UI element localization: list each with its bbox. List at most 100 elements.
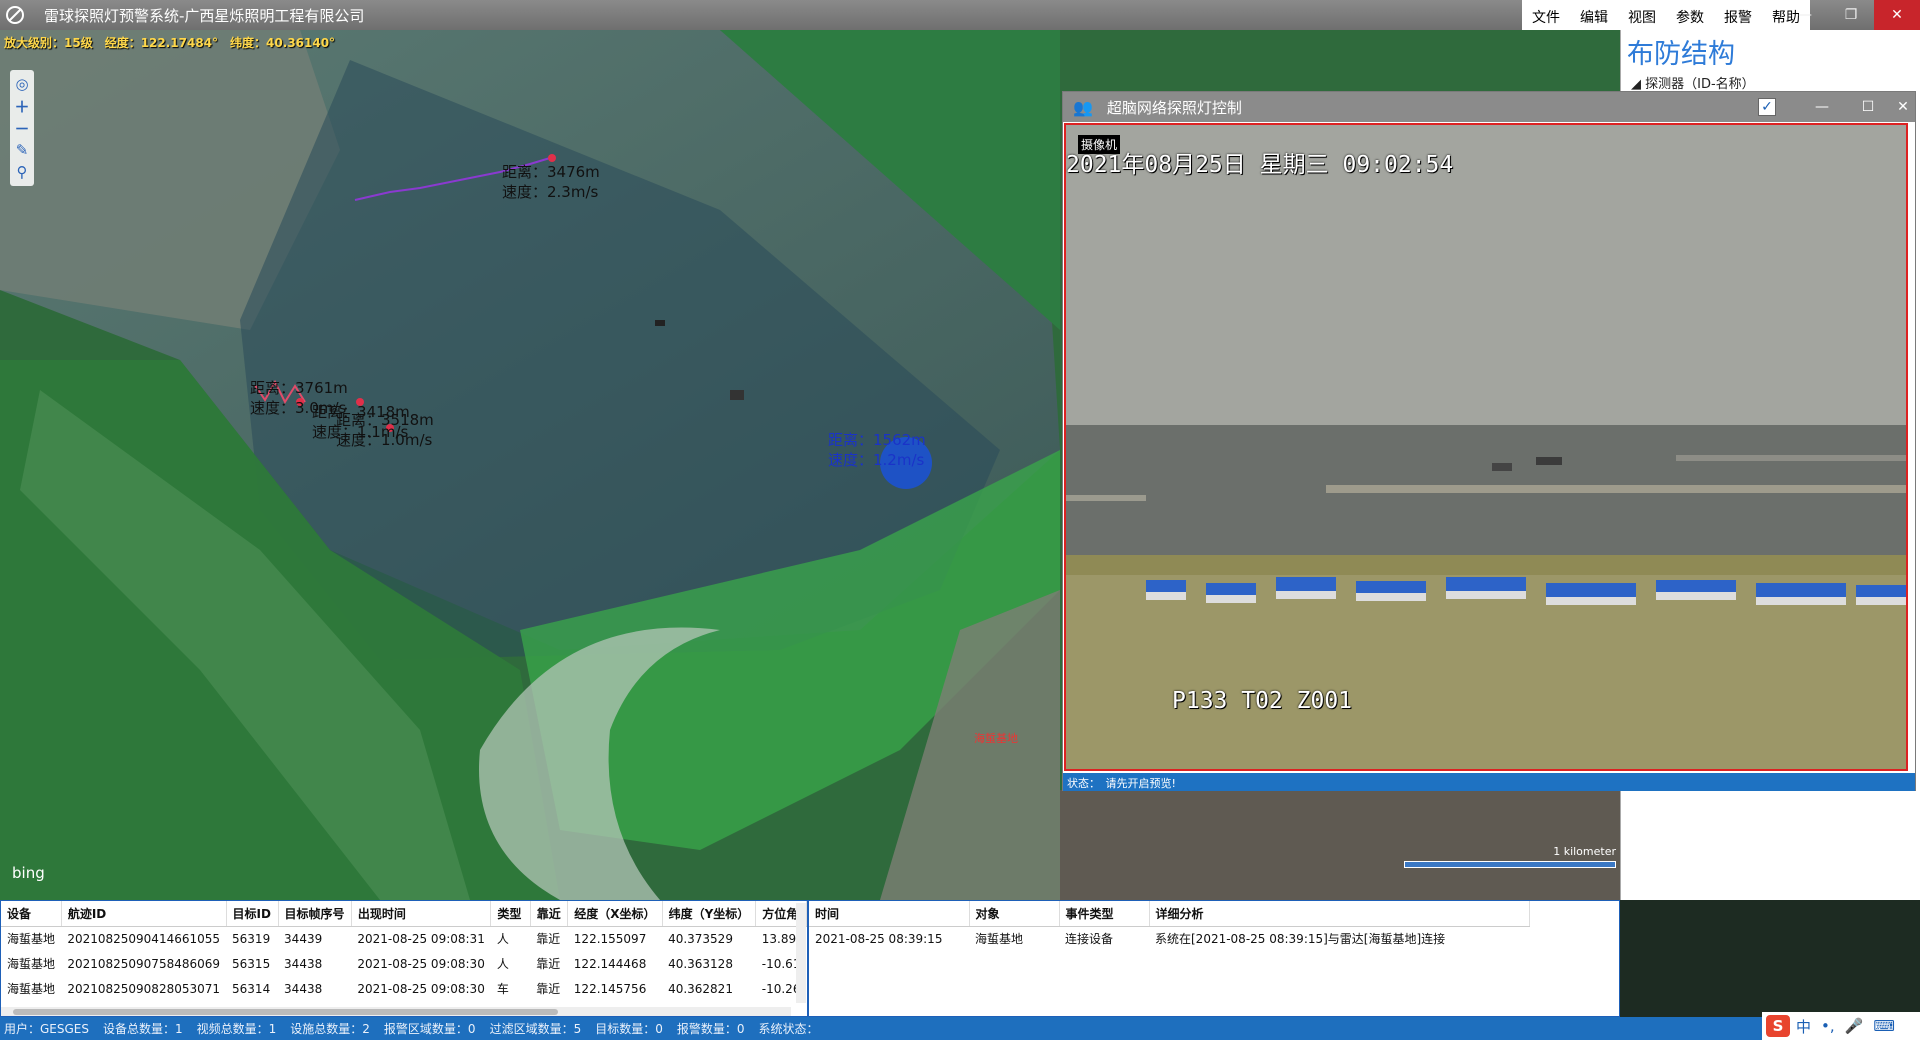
ime-toolbar[interactable]: S 中 •, 🎤 ⌨ <box>1762 1012 1920 1040</box>
osd-timestamp: 2021年08月25日 星期三 09:02:54 <box>1066 152 1454 178</box>
status-system: 系统状态： <box>758 1022 819 1036</box>
column-header[interactable]: 设备 <box>1 901 62 927</box>
window-title: 雷球探照灯预警系统-广西星烁照明工程有限公司 <box>44 6 365 25</box>
ime-language[interactable]: 中 <box>1796 1016 1811 1037</box>
status-target-count: 目标数量：0 <box>595 1022 663 1036</box>
column-header[interactable]: 目标ID <box>226 901 279 927</box>
zoom-out-icon[interactable]: － <box>12 117 32 139</box>
cell: 人 <box>496 957 509 971</box>
target-label: 距离：3518m 速度：1.0m/s <box>336 411 434 449</box>
target-label: 距离：1562m 速度：1.2m/s <box>828 431 926 469</box>
osd-ptz-info: P133 T02 Z001 <box>1172 688 1353 714</box>
camera-minimize-button[interactable]: — <box>1799 92 1845 122</box>
camera-window-title: 超脑网络探照灯控制 <box>1106 98 1242 117</box>
minimize-button[interactable]: — <box>1782 0 1828 30</box>
zoom-in-icon[interactable]: ＋ <box>12 95 32 117</box>
cell: 122.144468 <box>573 956 647 971</box>
table-row[interactable]: 海蜇基地 20210825090414661055 56319 34439 20… <box>1 926 807 951</box>
cell: 2021-08-25 08:39:15 <box>815 931 943 946</box>
camera-maximize-button[interactable]: ☐ <box>1845 92 1891 122</box>
status-device-count: 设备总数量：1 <box>103 1022 183 1036</box>
locate-icon[interactable]: ◎ <box>12 73 32 95</box>
map-scale: 1 kilometer <box>1404 845 1616 868</box>
cell: 人 <box>496 932 509 947</box>
cell: 靠近 <box>536 957 561 971</box>
menu-view[interactable]: 视图 <box>1618 0 1666 30</box>
camera-status-bar: 状态： 请先开启预览! <box>1063 773 1915 791</box>
users-icon: 👥 <box>1073 97 1093 117</box>
table-header-row: 时间 对象 事件类型 详细分析 <box>809 901 1530 927</box>
column-header[interactable]: 目标帧序号 <box>278 901 352 927</box>
status-facility-count: 设施总数量：2 <box>290 1022 370 1036</box>
column-header[interactable]: 纬度（Y坐标） <box>662 901 757 927</box>
cell: 靠近 <box>536 932 561 947</box>
status-filter-zone-count: 过滤区域数量：5 <box>489 1022 582 1036</box>
restore-button[interactable]: ❐ <box>1828 0 1874 30</box>
camera-video-view[interactable]: 摄像机 2021年08月25日 星期三 09:02:54 P133 T02 Z0… <box>1064 123 1908 771</box>
close-button[interactable]: ✕ <box>1874 0 1920 30</box>
sogou-icon[interactable]: S <box>1766 1015 1790 1037</box>
table-row[interactable]: 海蜇基地 20210825090828053071 56314 34438 20… <box>1 976 807 1001</box>
cell: 车 <box>496 982 509 996</box>
cell: 连接设备 <box>1065 932 1114 947</box>
menu-alarm[interactable]: 报警 <box>1714 0 1762 30</box>
column-header[interactable]: 经度（X坐标） <box>567 901 663 927</box>
status-alarm-zone-count: 报警区域数量：0 <box>383 1022 476 1036</box>
cell: 40.362821 <box>668 981 733 996</box>
table-row[interactable]: 海蜇基地 20210825090758486069 56315 34438 20… <box>1 951 807 976</box>
menu-file[interactable]: 文件 <box>1522 0 1570 30</box>
cell: 海蜇基地 <box>975 932 1024 947</box>
camera-window-header[interactable]: 👥 超脑网络探照灯控制 ✓ — ☐ ✕ <box>1063 92 1915 122</box>
cell: 海蜇基地 <box>7 982 56 996</box>
cell: 40.363128 <box>668 956 733 971</box>
scale-text: 1 kilometer <box>1553 845 1616 858</box>
cell: 2021-08-25 09:08:30 <box>357 956 485 971</box>
menu-params[interactable]: 参数 <box>1666 0 1714 30</box>
cell: 海蜇基地 <box>7 932 56 947</box>
target-label: 距离：3476m 速度：2.3m/s <box>502 163 600 201</box>
status-video-count: 视频总数量：1 <box>196 1022 277 1036</box>
cell: 34439 <box>284 931 323 946</box>
status-alarm-count: 报警数量：0 <box>676 1022 745 1036</box>
column-header[interactable]: 时间 <box>809 901 970 927</box>
horizontal-scrollbar[interactable] <box>1 1007 791 1016</box>
cell: 20210825090828053071 <box>67 981 221 996</box>
app-icon <box>0 0 30 30</box>
menu-edit[interactable]: 编辑 <box>1570 0 1618 30</box>
tree-item-detectors[interactable]: ◢ 探测器（ID-名称） <box>1621 73 1920 92</box>
column-header[interactable]: 出现时间 <box>351 901 492 927</box>
menu-bar: 文件 编辑 视图 参数 报警 帮助 <box>1522 0 1810 30</box>
cell: 海蜇基地 <box>7 957 56 971</box>
column-header[interactable]: 类型 <box>490 901 531 927</box>
column-header[interactable]: 靠近 <box>530 901 569 927</box>
site-label: 海蜇基地 <box>974 732 1018 745</box>
scroll-thumb[interactable] <box>13 1009 558 1015</box>
cell: 122.155097 <box>573 931 647 946</box>
pin-checkbox[interactable]: ✓ <box>1758 98 1776 116</box>
column-header[interactable]: 事件类型 <box>1059 901 1150 927</box>
status-user: 用户：GESGES <box>4 1022 89 1036</box>
vertical-scrollbar[interactable] <box>796 903 806 1003</box>
column-header[interactable]: 详细分析 <box>1149 901 1530 927</box>
punctuation-icon[interactable]: •, <box>1821 1017 1835 1035</box>
cell: 20210825090414661055 <box>67 931 221 946</box>
camera-close-button[interactable]: ✕ <box>1891 92 1915 122</box>
cell: 2021-08-25 09:08:30 <box>357 981 485 996</box>
cell: 40.373529 <box>668 931 733 946</box>
pin-icon[interactable]: ⚲ <box>12 161 32 183</box>
column-header[interactable]: 对象 <box>969 901 1060 927</box>
measure-icon[interactable]: ✎ <box>12 139 32 161</box>
cell: 122.145756 <box>573 981 647 996</box>
camera-image <box>1066 125 1906 769</box>
keyboard-icon[interactable]: ⌨ <box>1873 1017 1895 1035</box>
cell: 2021-08-25 09:08:31 <box>357 931 485 946</box>
microphone-icon[interactable]: 🎤 <box>1845 1017 1864 1035</box>
status-bar: 用户：GESGES 设备总数量：1 视频总数量：1 设施总数量：2 报警区域数量… <box>0 1017 1920 1040</box>
event-table: 时间 对象 事件类型 详细分析 2021-08-25 08:39:15 海蜇基地… <box>808 900 1620 1017</box>
map-coordinate-readout: 放大级别：15级 经度：122.17484° 纬度：40.36140° <box>4 36 336 50</box>
cell: 20210825090758486069 <box>67 956 221 971</box>
table-row[interactable]: 2021-08-25 08:39:15 海蜇基地 连接设备 系统在[2021-0… <box>809 926 1529 951</box>
column-header[interactable]: 航迹ID <box>61 901 227 927</box>
camera-control-window: 👥 超脑网络探照灯控制 ✓ — ☐ ✕ 摄像机 2021年08月25日 星期三 … <box>1062 91 1916 791</box>
track-table: 设备 航迹ID 目标ID 目标帧序号 出现时间 类型 靠近 经度（X坐标） 纬度… <box>0 900 808 1017</box>
